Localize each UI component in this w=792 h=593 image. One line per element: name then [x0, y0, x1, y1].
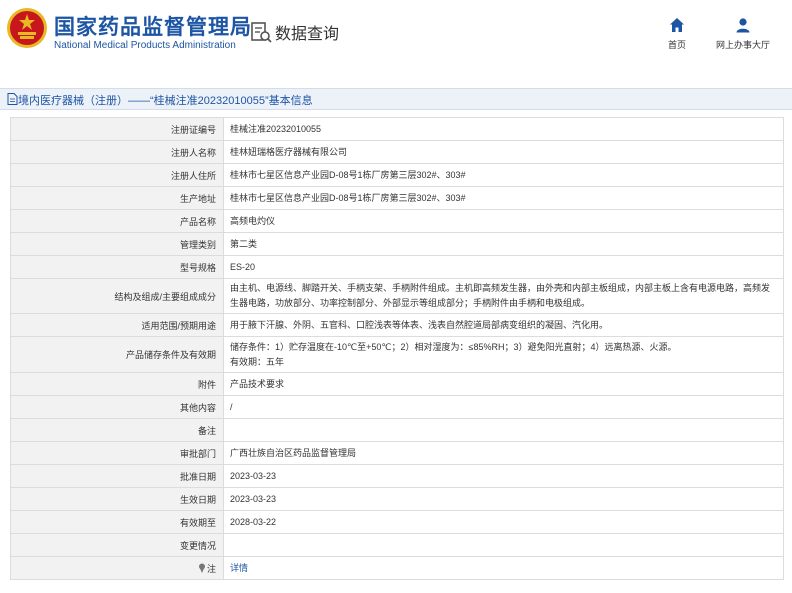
home-button[interactable]: 首页: [662, 17, 692, 51]
field-label: 生产地址: [10, 186, 224, 210]
brand-name-en: National Medical Products Administration: [54, 40, 236, 51]
table-row: 审批部门 广西壮族自治区药品监督管理局: [10, 441, 784, 465]
field-value: 桂林市七星区信息产业园D-08号1栋厂房第三层302#、303#: [223, 163, 784, 187]
field-label: 生效日期: [10, 487, 224, 511]
details-link[interactable]: 详情: [230, 563, 248, 573]
field-value: 2023-03-23: [223, 464, 784, 488]
field-value: 用于腋下汗腺、外阴、五官科、口腔浅表等体表、浅表自然腔道局部病变组织的凝固、汽化…: [223, 313, 784, 337]
user-icon: [736, 18, 750, 33]
table-row: 管理类别 第二类: [10, 232, 784, 256]
field-label: 注: [10, 556, 224, 580]
table-row: 注册人住所 桂林市七星区信息产业园D-08号1栋厂房第三层302#、303#: [10, 163, 784, 187]
field-label: 有效期至: [10, 510, 224, 534]
site-header: 国家药品监督管理局 National Medical Products Admi…: [0, 0, 792, 72]
table-row: 注册证编号 桂械注准20232010055: [10, 117, 784, 141]
field-label: 适用范围/预期用途: [10, 313, 224, 337]
field-value: ES-20: [223, 255, 784, 279]
record-title: 境内医疗器械（注册）——“桂械注准20232010055”基本信息: [18, 95, 313, 107]
home-label: 首页: [667, 40, 686, 50]
field-value: 2028-03-22: [223, 510, 784, 534]
record-title-bar: 境内医疗器械（注册）——“桂械注准20232010055”基本信息: [0, 88, 792, 110]
brand-name-cn[interactable]: 国家药品监督管理局: [54, 11, 252, 41]
field-value: [223, 418, 784, 442]
table-row: 产品储存条件及有效期 储存条件：1）贮存温度在-10℃至+50℃；2）相对湿度为…: [10, 336, 784, 373]
document-icon: [7, 93, 18, 105]
field-label: 变更情况: [10, 533, 224, 557]
online-office-label: 网上办事大厅: [715, 40, 770, 50]
table-row: 备注: [10, 418, 784, 442]
table-row: 适用范围/预期用途 用于腋下汗腺、外阴、五官科、口腔浅表等体表、浅表自然腔道局部…: [10, 313, 784, 337]
table-row: 型号规格 ES-20: [10, 255, 784, 279]
note-label: 注: [206, 563, 216, 574]
field-value: 产品技术要求: [223, 372, 784, 396]
field-label: 注册人住所: [10, 163, 224, 187]
field-value: 2023-03-23: [223, 487, 784, 511]
pin-icon: [198, 563, 205, 573]
field-label: 其他内容: [10, 395, 224, 419]
field-label: 型号规格: [10, 255, 224, 279]
table-row: 注册人名称 桂林妞瑞格医疗器械有限公司: [10, 140, 784, 164]
field-value: 储存条件：1）贮存温度在-10℃至+50℃；2）相对湿度为：≤85%RH；3）避…: [223, 336, 784, 373]
emblem-icon: [7, 8, 47, 48]
online-office-button[interactable]: 网上办事大厅: [710, 17, 776, 51]
table-row: 批准日期 2023-03-23: [10, 464, 784, 488]
field-value: 详情: [223, 556, 784, 580]
field-value: /: [223, 395, 784, 419]
home-icon: [670, 18, 684, 32]
field-value: 桂林市七星区信息产业园D-08号1栋厂房第三层302#、303#: [223, 186, 784, 210]
field-value: 第二类: [223, 232, 784, 256]
field-label: 产品储存条件及有效期: [10, 336, 224, 373]
field-value: [223, 533, 784, 557]
device-info-table: 注册证编号 桂械注准20232010055 注册人名称 桂林妞瑞格医疗器械有限公…: [10, 117, 784, 580]
field-value: 桂械注准20232010055: [223, 117, 784, 141]
storage-conditions: 储存条件：1）贮存温度在-10℃至+50℃；2）相对湿度为：≤85%RH；3）避…: [230, 341, 677, 352]
field-label: 结构及组成/主要组成成分: [10, 278, 224, 314]
field-label: 批准日期: [10, 464, 224, 488]
field-label: 审批部门: [10, 441, 224, 465]
data-query-heading: 数据查询: [250, 20, 339, 44]
page-title: 数据查询: [275, 26, 340, 43]
field-value: 高频电灼仪: [223, 209, 784, 233]
field-label: 产品名称: [10, 209, 224, 233]
table-row: 附件 产品技术要求: [10, 372, 784, 396]
table-row: 其他内容 /: [10, 395, 784, 419]
field-label: 注册证编号: [10, 117, 224, 141]
table-row: 结构及组成/主要组成成分 由主机、电源线、脚踏开关、手柄支架、手柄附件组成。主机…: [10, 278, 784, 314]
table-row: 变更情况: [10, 533, 784, 557]
field-label: 注册人名称: [10, 140, 224, 164]
table-row: 产品名称 高频电灼仪: [10, 209, 784, 233]
table-row: 注 详情: [10, 556, 784, 580]
field-label: 管理类别: [10, 232, 224, 256]
table-row: 有效期至 2028-03-22: [10, 510, 784, 534]
field-value: 桂林妞瑞格医疗器械有限公司: [223, 140, 784, 164]
table-row: 生产地址 桂林市七星区信息产业园D-08号1栋厂房第三层302#、303#: [10, 186, 784, 210]
field-label: 备注: [10, 418, 224, 442]
validity-period: 有效期：五年: [230, 356, 285, 367]
data-query-icon: [251, 22, 272, 43]
field-value: 广西壮族自治区药品监督管理局: [223, 441, 784, 465]
table-row: 生效日期 2023-03-23: [10, 487, 784, 511]
field-value: 由主机、电源线、脚踏开关、手柄支架、手柄附件组成。主机即高频发生器，由外壳和内部…: [223, 278, 784, 314]
field-label: 附件: [10, 372, 224, 396]
